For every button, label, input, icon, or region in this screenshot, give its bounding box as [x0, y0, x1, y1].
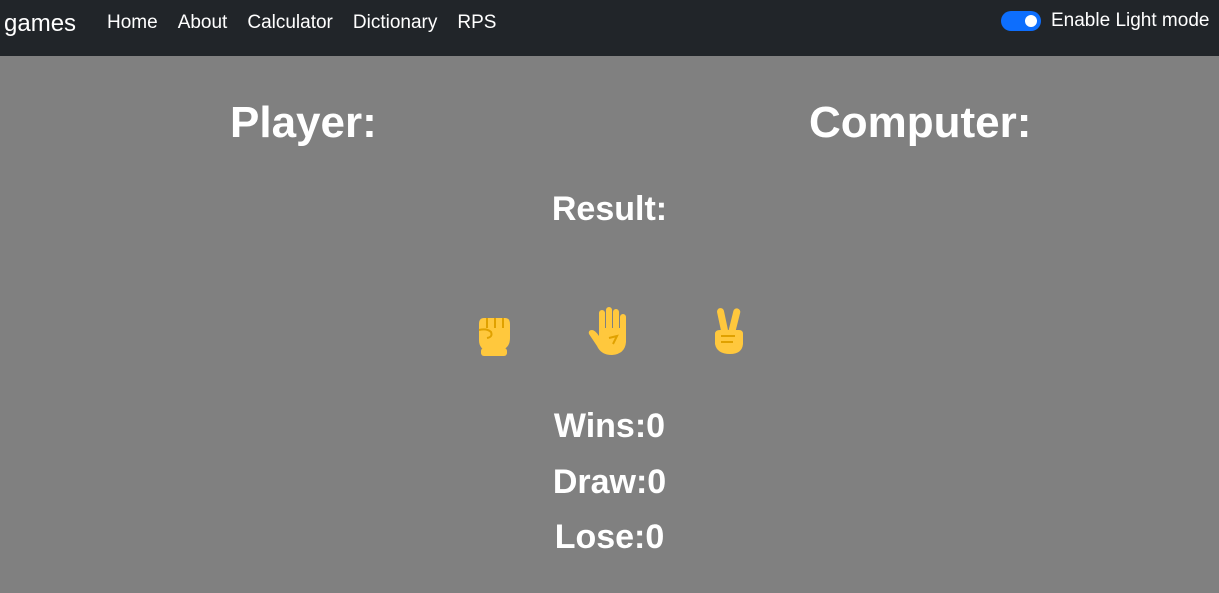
nav-links: Home About Calculator Dictionary RPS: [107, 12, 496, 34]
raised-fist-icon: [478, 318, 510, 356]
light-mode-toggle[interactable]: Enable Light mode: [1001, 10, 1209, 32]
rock-button[interactable]: [467, 304, 521, 358]
toggle-label: Enable Light mode: [1051, 10, 1210, 31]
result-label: Result:: [551, 190, 668, 228]
player-label: Player:: [230, 98, 377, 147]
draw-score: Draw:0: [552, 463, 667, 501]
choice-buttons: [467, 304, 757, 358]
lose-score: Lose:0: [554, 518, 665, 556]
toggle-knob: [1025, 15, 1037, 27]
toggle-switch[interactable]: [1001, 11, 1041, 31]
scissors-button[interactable]: [701, 304, 755, 358]
computer-label: Computer:: [809, 98, 1032, 147]
navbar: games Home About Calculator Dictionary R…: [0, 0, 1219, 56]
wins-score: Wins:0: [553, 407, 666, 445]
paper-button[interactable]: [583, 304, 637, 358]
nav-dictionary[interactable]: Dictionary: [353, 12, 437, 34]
nav-about[interactable]: About: [178, 12, 228, 34]
nav-home[interactable]: Home: [107, 12, 158, 34]
brand-logo[interactable]: games: [4, 10, 76, 38]
nav-calculator[interactable]: Calculator: [247, 12, 333, 34]
nav-rps[interactable]: RPS: [457, 12, 496, 34]
victory-hand-icon: [715, 308, 743, 354]
raised-hand-icon: [588, 307, 626, 355]
